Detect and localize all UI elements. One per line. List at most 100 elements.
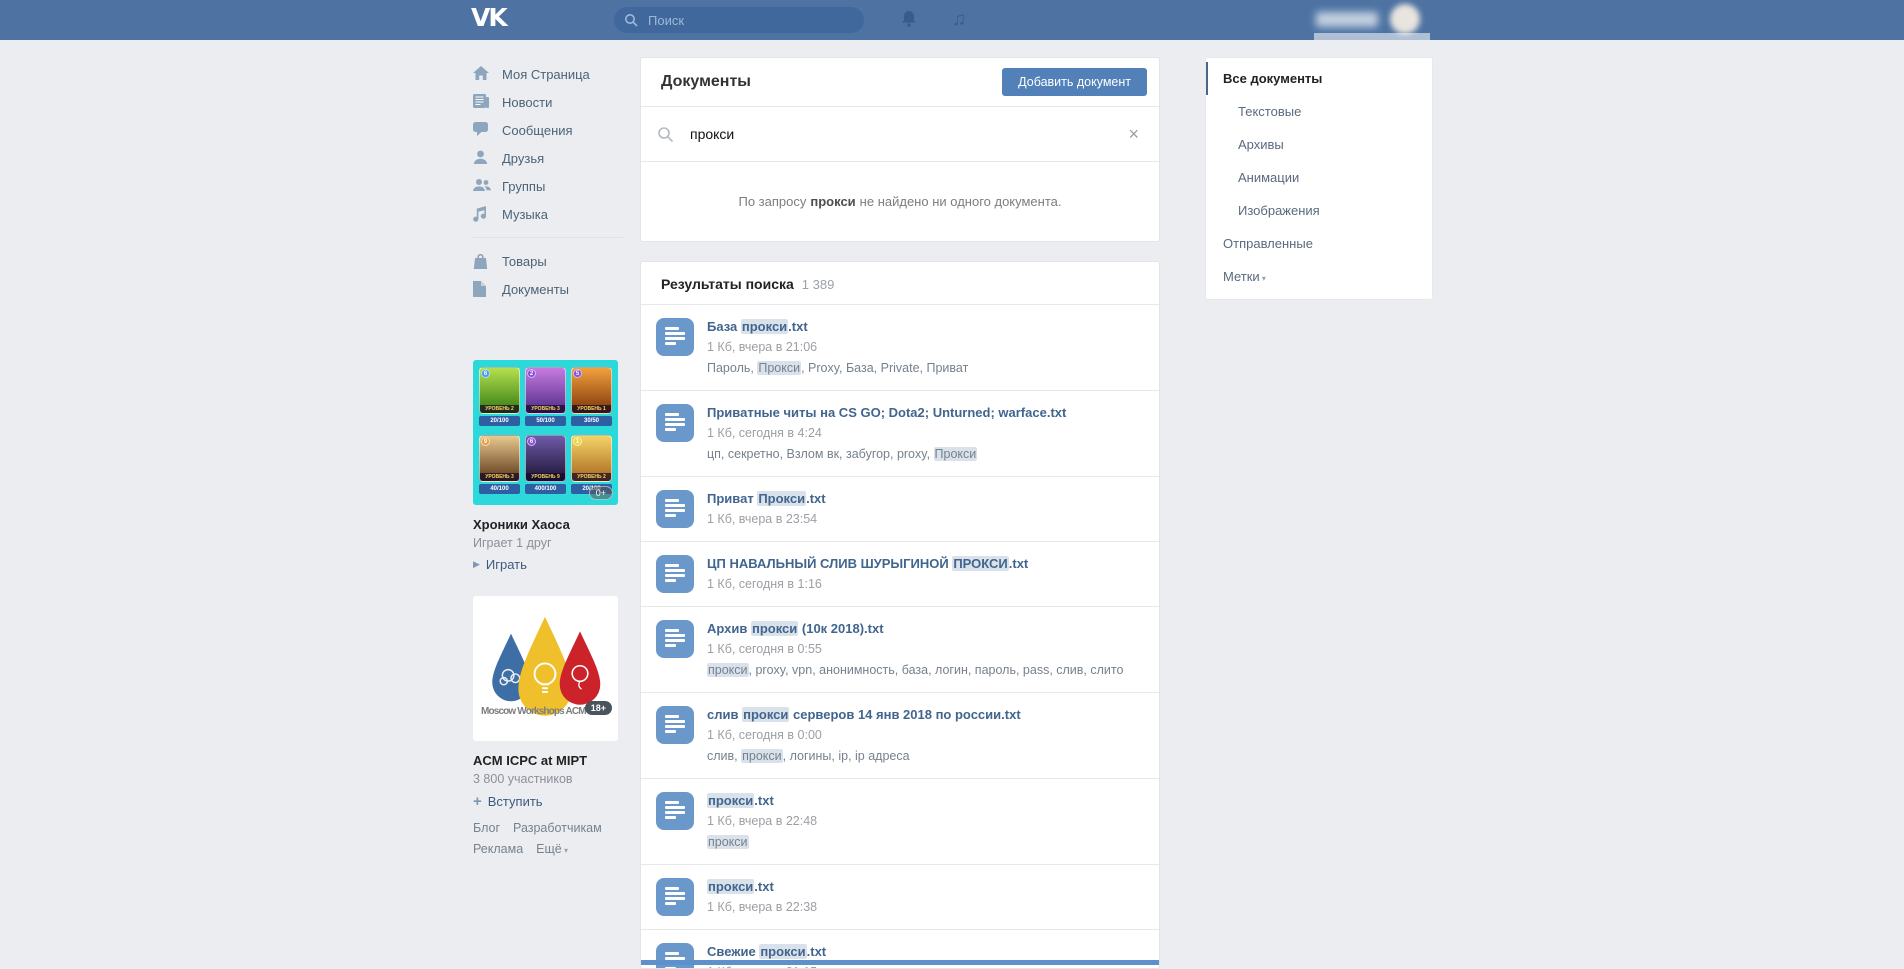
document-title-link[interactable]: прокси.txt xyxy=(707,792,817,809)
document-icon[interactable] xyxy=(656,706,694,744)
play-triangle-icon: ▶ xyxy=(473,559,480,569)
document-title-link[interactable]: Приват Прокси.txt xyxy=(707,490,826,507)
highlighted-term: Прокси xyxy=(757,361,802,375)
document-icon[interactable] xyxy=(656,792,694,830)
game-ad-play-link[interactable]: ▶ Играть xyxy=(473,557,618,572)
document-icon[interactable] xyxy=(656,490,694,528)
document-body: Свежие прокси.txt1 Кб, вчера в 21:15 xyxy=(707,943,826,968)
highlighted-term: прокси xyxy=(742,707,790,722)
document-icon[interactable] xyxy=(656,878,694,916)
sidebar-item-groups[interactable]: Группы xyxy=(473,172,633,200)
add-document-button[interactable]: Добавить документ xyxy=(1002,68,1147,96)
document-meta: 1 Кб, сегодня в 0:00 xyxy=(707,728,822,742)
filter-item-text[interactable]: Текстовые xyxy=(1206,95,1432,128)
card-progress-count: 40/100 xyxy=(479,484,520,494)
document-title-link[interactable]: База прокси.txt xyxy=(707,318,968,335)
filter-item-all[interactable]: Все документы xyxy=(1206,62,1432,95)
global-search-input[interactable] xyxy=(646,11,830,29)
filter-item-archives[interactable]: Архивы xyxy=(1206,128,1432,161)
document-title-link[interactable]: прокси.txt xyxy=(707,878,817,895)
clear-search-icon[interactable]: × xyxy=(1124,124,1143,145)
game-character-card: 1 УРОВЕНЬ 2 xyxy=(571,435,612,482)
topbar: VK ♫ xyxy=(0,0,1904,40)
document-title-link[interactable]: Свежие прокси.txt xyxy=(707,943,826,960)
user-menu[interactable] xyxy=(1316,4,1420,34)
document-icon[interactable] xyxy=(656,404,694,442)
sidebar-item-label: Группы xyxy=(502,178,546,194)
document-title-link[interactable]: Приватные читы на CS GO; Dota2; Unturned… xyxy=(707,404,1066,421)
sidebar-item-my-page[interactable]: Моя Страница xyxy=(473,60,633,88)
group-ad-image[interactable]: Moscow Workshops ACM ICPC 18+ xyxy=(473,596,618,741)
notifications-bell-icon[interactable] xyxy=(898,9,920,31)
game-ad-image[interactable]: 6 УРОВЕНЬ 2 20/100 2 УРОВЕНЬ 3 50/100 5 УРОВЕНЬ… xyxy=(473,360,618,505)
document-meta: 1 Кб, вчера в 23:54 xyxy=(707,512,818,526)
document-tags[interactable]: Пароль, Прокси, Proxy, База, Private, Пр… xyxy=(707,360,968,377)
document-title-link[interactable]: Архив прокси (10к 2018).txt xyxy=(707,620,1123,637)
users-icon xyxy=(473,178,491,194)
music-icon xyxy=(473,206,491,222)
search-icon xyxy=(625,14,638,27)
game-card-cell: 9 УРОВЕНЬ 3 40/100 xyxy=(479,435,520,498)
document-tags[interactable]: прокси xyxy=(707,834,817,851)
group-ad-join-link[interactable]: + Вступить xyxy=(473,793,618,810)
document-meta: 1 Кб, сегодня в 1:16 xyxy=(707,577,822,591)
document-icon[interactable] xyxy=(656,555,694,593)
document-icon[interactable] xyxy=(656,620,694,658)
page-title: Документы xyxy=(661,73,751,90)
document-row: ЦП НАВАЛЬНЫЙ СЛИВ ШУРЫГИНОЙ ПРОКСИ.txt 1 … xyxy=(641,542,1159,607)
vk-logo[interactable]: VK xyxy=(471,3,508,32)
bottom-loading-strip xyxy=(641,960,1159,965)
document-row: Приват Прокси.txt 1 Кб, вчера в 23:54 xyxy=(641,477,1159,542)
ads-column: 6 УРОВЕНЬ 2 20/100 2 УРОВЕНЬ 3 50/100 5 УРОВЕНЬ… xyxy=(473,360,618,810)
highlighted-term: ПРОКСИ xyxy=(952,556,1009,571)
game-card-cell: 2 УРОВЕНЬ 3 50/100 xyxy=(525,367,566,430)
game-card-cell: 6 УРОВЕНЬ 9 400/100 xyxy=(525,435,566,498)
sidebar-item-market[interactable]: Товары xyxy=(473,247,633,275)
sidebar-item-documents[interactable]: Документы xyxy=(473,275,633,303)
document-icon[interactable] xyxy=(656,943,694,968)
document-icon[interactable] xyxy=(656,318,694,356)
sidebar-item-news[interactable]: Новости xyxy=(473,88,633,116)
user-name-blurred xyxy=(1316,12,1378,27)
sidebar-item-messages[interactable]: Сообщения xyxy=(473,116,633,144)
document-tags[interactable]: слив, прокси, логины, ip, ip адреса xyxy=(707,748,1021,765)
group-ad-title[interactable]: ACM ICPC at MIPT xyxy=(473,753,618,768)
document-row: Приватные читы на CS GO; Dota2; Unturned… xyxy=(641,391,1159,477)
card-level-label: УРОВЕНЬ 3 xyxy=(480,473,519,481)
filter-item-sent[interactable]: Отправленные xyxy=(1206,227,1432,260)
card-level-label: УРОВЕНЬ 1 xyxy=(572,405,611,413)
game-character-card: 5 УРОВЕНЬ 1 xyxy=(571,367,612,414)
chat-icon xyxy=(473,122,491,138)
game-card-cell: 5 УРОВЕНЬ 1 30/50 xyxy=(571,367,612,430)
sidebar-item-music[interactable]: Музыка xyxy=(473,200,633,228)
game-ad-title[interactable]: Хроники Хаоса xyxy=(473,517,618,532)
card-progress-count: 400/100 xyxy=(525,484,566,494)
card-level-label: УРОВЕНЬ 2 xyxy=(572,473,611,481)
music-note-icon[interactable]: ♫ xyxy=(948,9,970,31)
filter-item-tags[interactable]: Метки ▾ xyxy=(1206,260,1432,293)
documents-search-input[interactable] xyxy=(688,125,1125,143)
sidebar-item-friends[interactable]: Друзья xyxy=(473,144,633,172)
game-character-card: 6 УРОВЕНЬ 9 xyxy=(525,435,566,482)
filter-item-images[interactable]: Изображения xyxy=(1206,194,1432,227)
filter-item-animations[interactable]: Анимации xyxy=(1206,161,1432,194)
document-title-link[interactable]: слив прокси серверов 14 янв 2018 по росс… xyxy=(707,706,1021,723)
card-rank-badge: 2 xyxy=(527,369,536,378)
document-title-link[interactable]: ЦП НАВАЛЬНЫЙ СЛИВ ШУРЫГИНОЙ ПРОКСИ.txt xyxy=(707,555,1028,572)
global-search[interactable] xyxy=(614,7,864,33)
document-tags[interactable]: прокси, proxy, vpn, анонимность, база, л… xyxy=(707,662,1123,679)
footer-link-разработчикам[interactable]: Разработчикам xyxy=(513,821,602,835)
red-drop-shape xyxy=(559,631,601,705)
document-tags[interactable]: цп, секретно, Взлом вк, забугор, proxy, … xyxy=(707,446,1066,463)
card-level-label: УРОВЕНЬ 9 xyxy=(526,473,565,481)
group-ad-members: 3 800 участников xyxy=(473,772,573,786)
footer-link-реклама[interactable]: Реклама xyxy=(473,842,523,856)
sidebar-item-label: Новости xyxy=(502,94,553,110)
footer-link-блог[interactable]: Блог xyxy=(473,821,500,835)
footer-links: Блог Разработчикам Реклама Ещё ▾ xyxy=(473,818,663,861)
search-results-card: Результаты поиска 1 389 База прокси.txt 1 … xyxy=(640,261,1160,969)
footer-link-ещё[interactable]: Ещё ▾ xyxy=(536,842,568,856)
highlighted-term: Прокси xyxy=(933,447,978,461)
game-character-card: 2 УРОВЕНЬ 3 xyxy=(525,367,566,414)
card-rank-badge: 9 xyxy=(481,437,490,446)
